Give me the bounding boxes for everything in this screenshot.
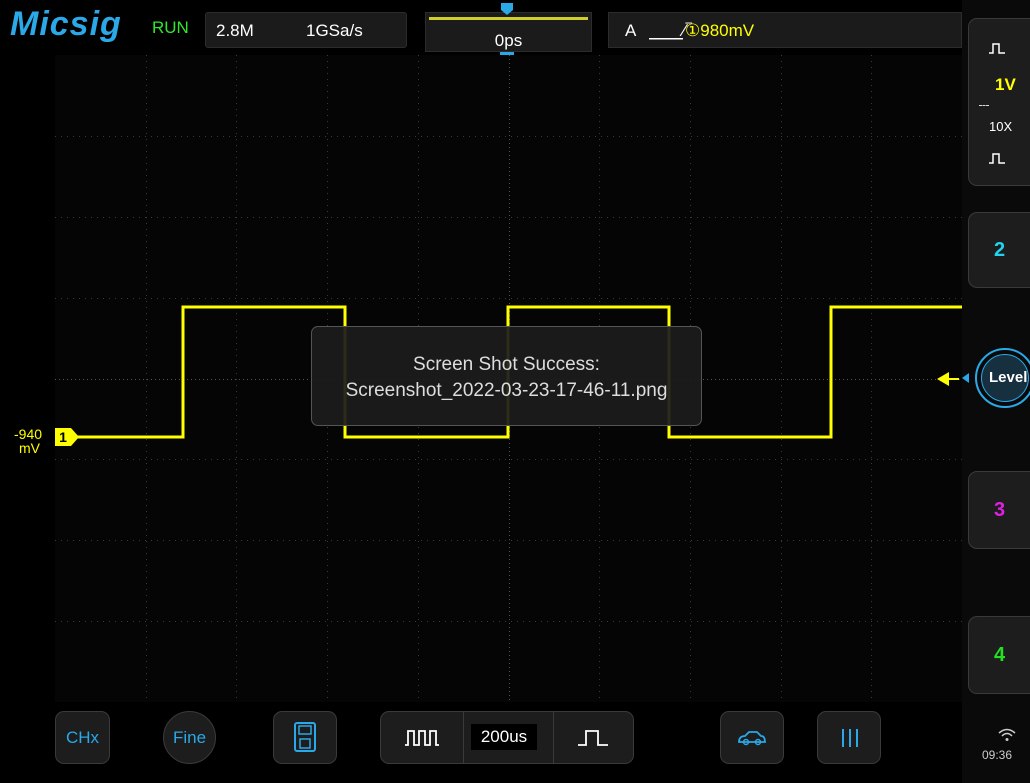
timebase-value[interactable]: 200us (471, 724, 537, 750)
ch4-button[interactable]: 4 (968, 616, 1030, 694)
trigger-level-arrow[interactable] (937, 372, 949, 386)
acquisition-info[interactable]: 2.8M 1GSa/s (205, 12, 407, 48)
trigger-level-value: ①980mV (685, 21, 755, 40)
run-state[interactable]: RUN (152, 18, 189, 38)
auto-button[interactable] (720, 711, 784, 764)
menu-icon (842, 729, 858, 747)
sample-rate: 1GSa/s (306, 21, 363, 40)
horizontal-position: 0ps (494, 31, 523, 50)
timebase-decrease-icon (405, 730, 439, 746)
ch1-offset-value: -940 mV (14, 426, 43, 456)
memory-trigger-marker (501, 3, 513, 15)
memory-position-bar (429, 17, 588, 20)
toast-filename: Screenshot_2022-03-23-17-46-11.png (345, 380, 668, 401)
pulse-icon (989, 153, 1005, 164)
memory-depth: 2.8M (216, 21, 254, 40)
trigger-type: A (625, 21, 637, 40)
wifi-icon (998, 728, 1016, 741)
fine-button[interactable]: Fine (163, 711, 216, 764)
ch1-scale: 1V (995, 75, 1016, 94)
chx-button[interactable]: CHx (55, 711, 110, 764)
save-button[interactable] (273, 711, 337, 764)
menu-button[interactable] (817, 711, 881, 764)
trigger-level-button[interactable]: Level (975, 348, 1030, 408)
brand-logo: Micsig (10, 5, 122, 43)
toast-title: Screen Shot Success: (413, 354, 600, 375)
screenshot-toast: Screen Shot Success: Screenshot_2022-03-… (311, 326, 702, 426)
save-icon (294, 722, 316, 752)
auto-icon (738, 731, 766, 746)
horizontal-position-box[interactable]: 0ps (425, 12, 592, 52)
ch1-probe: 10X (989, 119, 1013, 134)
timebase-increase-icon (578, 730, 608, 746)
ch2-button[interactable]: 2 (968, 212, 1030, 288)
coupling-icon (979, 105, 989, 108)
top-status-bar: Micsig RUN 2.8M 1GSa/s 0ps A ⎽⎽∕‾ ①980mV (0, 0, 962, 52)
trigger-info[interactable]: A ⎽⎽∕‾ ①980mV (608, 12, 962, 48)
timebase-control: 200us (380, 711, 634, 764)
ch1-button[interactable]: 1V 10X (968, 18, 1030, 186)
timebase-decrease-button[interactable] (381, 712, 463, 763)
timebase-increase-button[interactable] (553, 712, 633, 763)
ch3-button[interactable]: 3 (968, 471, 1030, 549)
level-pointer-icon (962, 373, 969, 383)
clock: 09:36 (982, 748, 1013, 762)
pulse-icon (989, 43, 1005, 54)
